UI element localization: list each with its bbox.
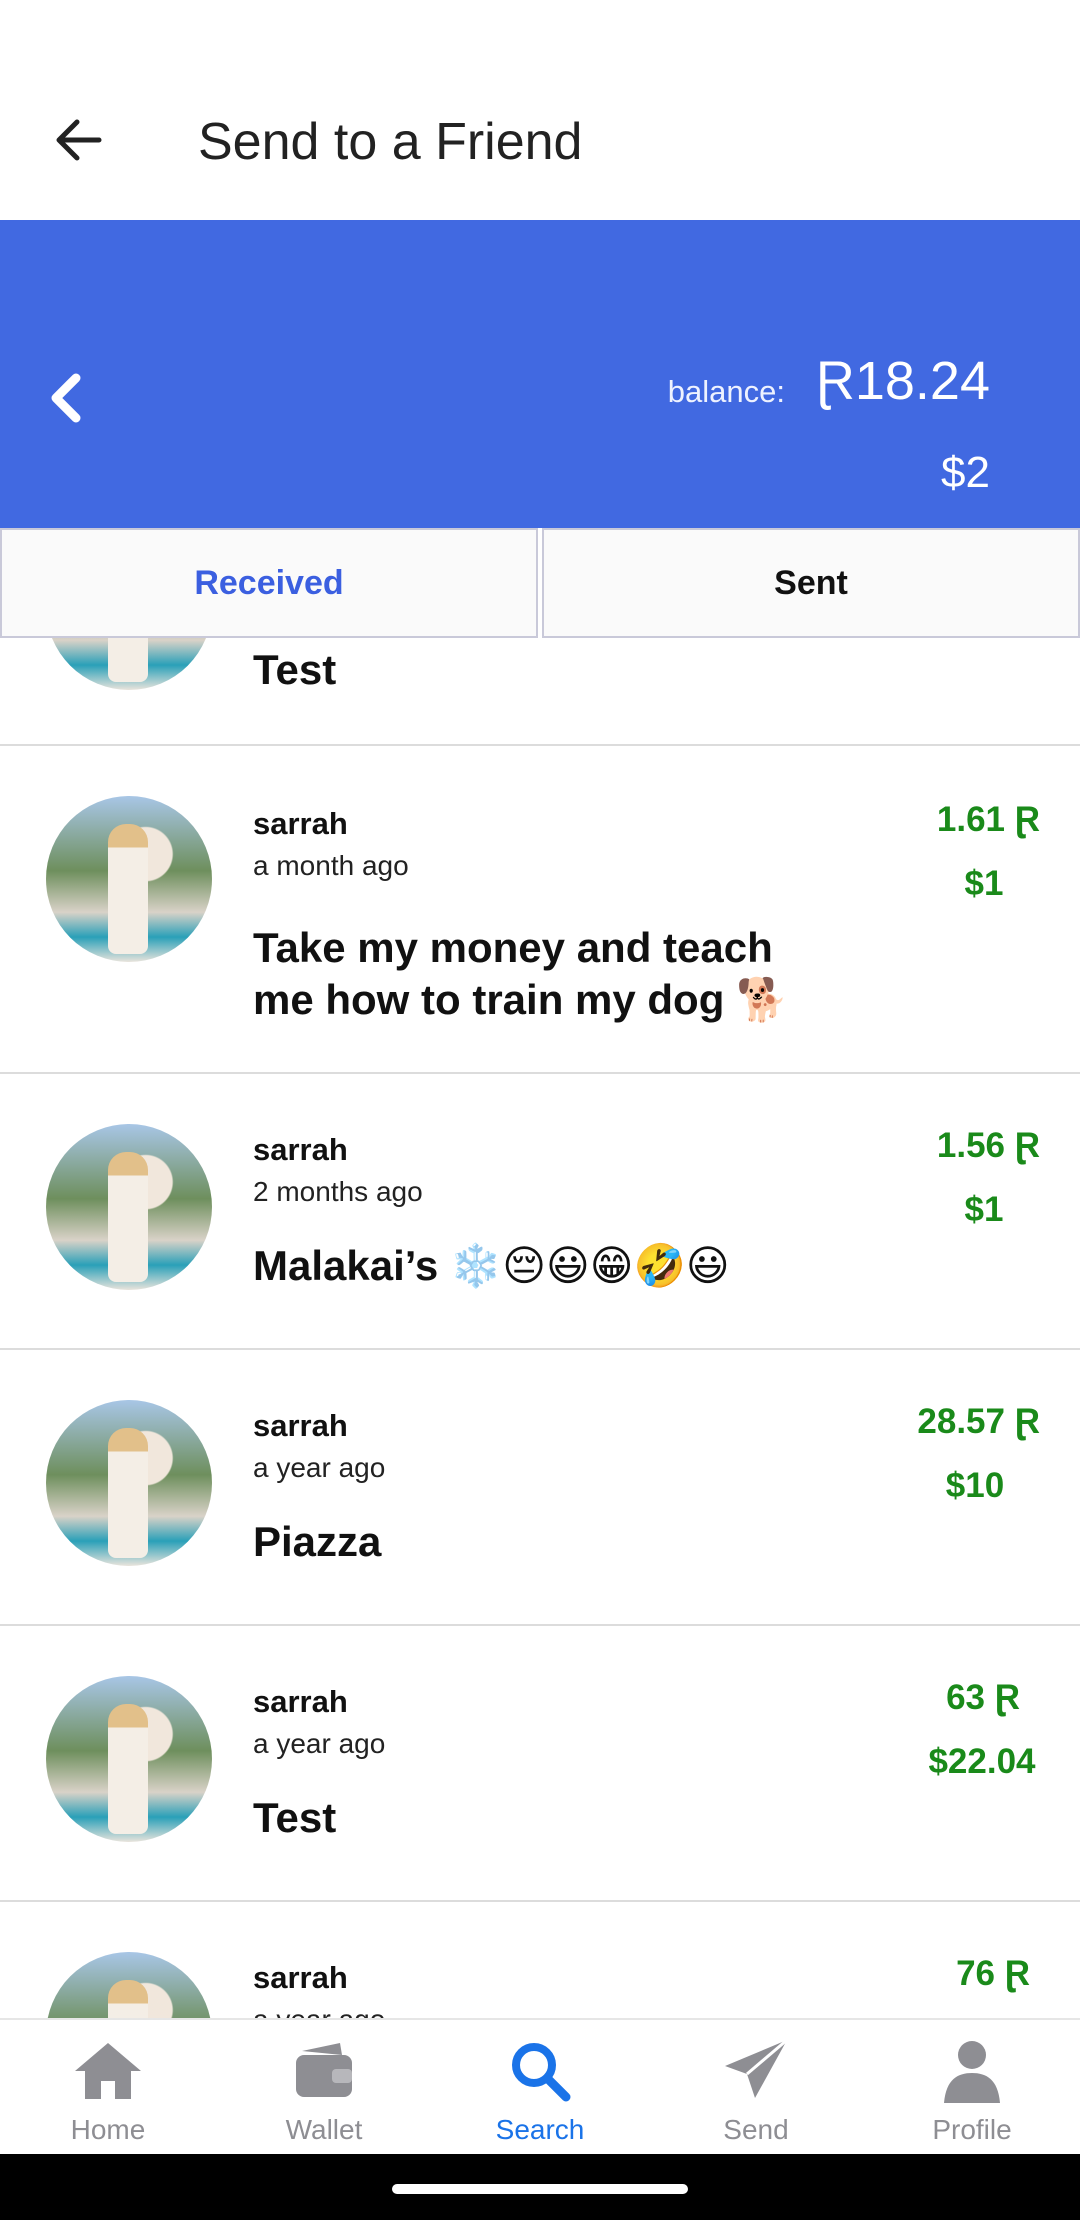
amount-usd: $10 (945, 1466, 1005, 1505)
page-title: Send to a Friend (198, 113, 583, 171)
avatar (46, 1952, 212, 2018)
nav-home[interactable]: Home (0, 2020, 216, 2154)
search-icon (503, 2036, 577, 2106)
sender-name: sarrah (253, 1132, 348, 1167)
nav-home-label: Home (70, 2114, 146, 2145)
list-item[interactable]: sarrah 2 months ago Malakai’s ❄️😔😃😁🤣😃 1.… (0, 1074, 1080, 1350)
sender-name: sarrah (253, 1960, 348, 1995)
amount-usd: $1 (964, 864, 1004, 903)
avatar (46, 796, 212, 962)
sender-name: sarrah (253, 1408, 348, 1443)
message-text: Piazza (253, 1518, 382, 1565)
home-icon (71, 2036, 145, 2106)
list-item[interactable]: Test (0, 638, 1080, 746)
avatar (46, 638, 212, 690)
home-gesture-handle[interactable] (392, 2184, 688, 2194)
nav-search[interactable]: Search (432, 2020, 648, 2154)
arrow-left-icon (56, 119, 102, 161)
wallet-icon (287, 2036, 361, 2106)
message-text: Malakai’s ❄️😔😃😁🤣😃 (253, 1242, 730, 1289)
timestamp: a year ago (253, 2004, 385, 2018)
message-text: Test (253, 646, 337, 693)
nav-profile-label: Profile (932, 2114, 1012, 2145)
tab-bar: Received Sent (0, 528, 1080, 638)
nav-wallet[interactable]: Wallet (216, 2020, 432, 2154)
amount-usd: $1 (964, 1190, 1004, 1229)
amount-usd: $22.04 (928, 1742, 1036, 1781)
balance-header: balance: Ɽ18.24 $2 (0, 220, 1080, 528)
amount-rand: 1.61 Ɽ (936, 800, 1040, 839)
nav-send-label: Send (723, 2114, 789, 2145)
message-text: Test (253, 1794, 337, 1841)
list-item[interactable]: sarrah a year ago Test 63 Ɽ $22.04 (0, 1626, 1080, 1902)
avatar (46, 1676, 212, 1842)
timestamp: a year ago (253, 1728, 386, 1759)
balance-usd: $2 (941, 448, 990, 497)
amount-rand: 1.56 Ɽ (936, 1126, 1040, 1165)
tab-received[interactable]: Received (0, 528, 538, 638)
transaction-list[interactable]: Test sarrah a month ago Take my money an… (0, 638, 1080, 2018)
timestamp: a year ago (253, 1452, 386, 1483)
amount-rand: 76 Ɽ (956, 1954, 1030, 1993)
chevron-left-button[interactable] (40, 368, 96, 428)
timestamp: a month ago (253, 850, 409, 881)
sender-name: sarrah (253, 1684, 348, 1719)
nav-send[interactable]: Send (648, 2020, 864, 2154)
chevron-left-icon (51, 373, 81, 423)
profile-icon (935, 2036, 1009, 2106)
list-item[interactable]: sarrah a month ago Take my money and tea… (0, 746, 1080, 1074)
tab-sent[interactable]: Sent (542, 528, 1080, 638)
system-navigation-bar (0, 2154, 1080, 2220)
bottom-navigation: Home Wallet Search Send Profile (0, 2018, 1080, 2154)
amount-rand: 63 Ɽ (946, 1678, 1020, 1717)
sender-name: sarrah (253, 806, 348, 841)
back-button[interactable] (46, 108, 110, 172)
amount-rand: 28.57 Ɽ (917, 1402, 1040, 1441)
balance-label: balance: (667, 374, 785, 409)
list-item[interactable]: sarrah a year ago Piazza 28.57 Ɽ $10 (0, 1350, 1080, 1626)
send-icon (719, 2036, 793, 2106)
balance-value: Ɽ18.24 (815, 351, 990, 411)
nav-search-label: Search (495, 2114, 585, 2145)
avatar (46, 1400, 212, 1566)
avatar (46, 1124, 212, 1290)
nav-wallet-label: Wallet (285, 2114, 363, 2145)
message-text: Take my money and teach me how to train … (253, 924, 789, 1023)
nav-profile[interactable]: Profile (864, 2020, 1080, 2154)
app-bar: Send to a Friend (0, 0, 1080, 220)
list-item[interactable]: sarrah a year ago 76 Ɽ (0, 1902, 1080, 2018)
timestamp: 2 months ago (253, 1176, 423, 1207)
